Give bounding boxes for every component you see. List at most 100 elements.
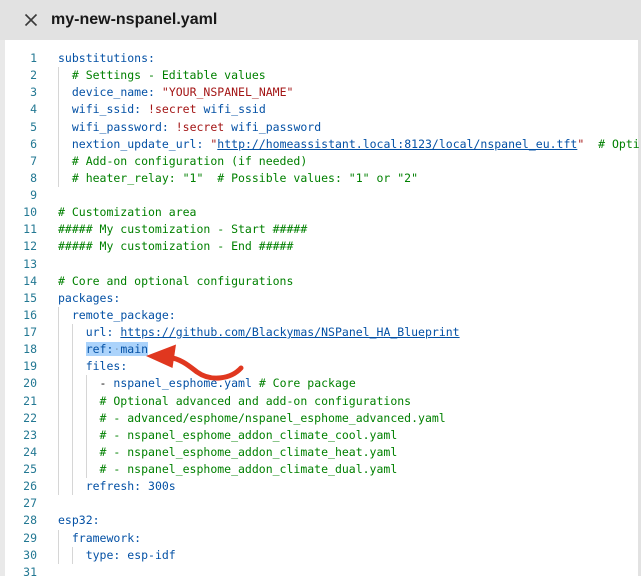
code-line[interactable]: 6 nextion_update_url: "http://homeassist…	[0, 136, 641, 153]
line-content: esp32:	[37, 512, 641, 529]
indent-guide	[58, 393, 59, 410]
line-content	[37, 495, 641, 512]
code-line[interactable]: 10 # Customization area	[0, 204, 641, 221]
code-token	[141, 102, 148, 116]
code-token	[169, 120, 176, 134]
indent-guide	[58, 530, 59, 547]
code-line[interactable]: 29 framework:	[0, 530, 641, 547]
line-number: 7	[0, 153, 37, 170]
indent-guide	[86, 461, 87, 478]
code-line[interactable]: 23 # - nspanel_esphome_addon_climate_coo…	[0, 427, 641, 444]
indent-guide	[58, 153, 59, 170]
close-icon[interactable]	[24, 13, 38, 27]
line-number: 3	[0, 84, 37, 101]
code-line[interactable]: 26 refresh: 300s	[0, 478, 641, 495]
code-line[interactable]: 12##### My customization - End #####	[0, 238, 641, 255]
yaml-editor[interactable]: 1substitutions:2 # Settings - Editable v…	[0, 40, 641, 581]
line-content: # heater_relay: "1" # Possible values: "…	[37, 170, 641, 187]
line-content: # Core and optional configurations	[37, 273, 641, 290]
code-token: !secret	[176, 120, 224, 134]
code-token: wifi_password	[231, 120, 321, 134]
line-number: 8	[0, 170, 37, 187]
code-line[interactable]: 7 # Add-on configuration (if needed)	[0, 153, 641, 170]
code-line[interactable]: 11 ##### My customization - Start #####	[0, 221, 641, 238]
indent-guide	[58, 461, 59, 478]
line-content: packages:	[37, 290, 641, 307]
line-number: 24	[0, 444, 37, 461]
line-content: ref:·main	[37, 341, 641, 358]
line-content: # - nspanel_esphome_addon_climate_heat.y…	[37, 444, 641, 461]
selection-highlight: ref:	[86, 342, 114, 356]
code-token: ##### My customization - Start #####	[58, 222, 307, 236]
code-token: # - nspanel_esphome_addon_climate_heat.y…	[58, 445, 397, 459]
code-token: nspanel_esphome.yaml	[113, 376, 251, 390]
indent-guide	[86, 375, 87, 392]
code-line[interactable]: 28esp32:	[0, 512, 641, 529]
link[interactable]: http://homeassistant.local:8123/local/ns…	[217, 137, 577, 151]
code-line[interactable]: 31	[0, 564, 641, 581]
link[interactable]: https://github.com/Blackymas/NSPanel_HA_…	[120, 325, 459, 339]
code-line[interactable]: 16 remote_package:	[0, 307, 641, 324]
code-token: wifi_password:	[72, 120, 169, 134]
code-line[interactable]: 8 # heater_relay: "1" # Possible values:…	[0, 170, 641, 187]
line-number: 31	[0, 564, 37, 581]
code-line[interactable]: 27	[0, 495, 641, 512]
code-line[interactable]: 25 # - nspanel_esphome_addon_climate_dua…	[0, 461, 641, 478]
indent-guide	[72, 427, 73, 444]
indent-guide	[58, 358, 59, 375]
code-token: substitutions:	[58, 51, 155, 65]
code-line[interactable]: 13	[0, 256, 641, 273]
indent-guide	[58, 324, 59, 341]
code-token	[58, 531, 72, 545]
code-line[interactable]: 1substitutions:	[0, 50, 641, 67]
code-line[interactable]: 21 # Optional advanced and add-on config…	[0, 393, 641, 410]
line-number: 23	[0, 427, 37, 444]
code-line[interactable]: 3 device_name: "YOUR_NSPANEL_NAME"	[0, 84, 641, 101]
code-line[interactable]: 18 ref:·main	[0, 341, 641, 358]
code-token: # - advanced/esphome/nspanel_esphome_adv…	[58, 411, 446, 425]
indent-guide	[72, 393, 73, 410]
code-token	[58, 85, 72, 99]
line-content: url: https://github.com/Blackymas/NSPane…	[37, 324, 641, 341]
code-line[interactable]: 2 # Settings - Editable values	[0, 67, 641, 84]
line-number: 5	[0, 119, 37, 136]
code-line[interactable]: 24 # - nspanel_esphome_addon_climate_hea…	[0, 444, 641, 461]
code-line[interactable]: 19 files:	[0, 358, 641, 375]
indent-guide	[58, 478, 59, 495]
indent-guide	[72, 478, 73, 495]
code-token: wifi_ssid:	[72, 102, 141, 116]
code-token	[58, 137, 72, 151]
indent-guide	[58, 170, 59, 187]
code-line[interactable]: 30 type: esp-idf	[0, 547, 641, 564]
code-line[interactable]: 9	[0, 187, 641, 204]
code-line[interactable]: 14# Core and optional configurations	[0, 273, 641, 290]
code-line[interactable]: 15packages:	[0, 290, 641, 307]
code-token: # Settings - Editable values	[58, 68, 266, 82]
line-content: # - advanced/esphome/nspanel_esphome_adv…	[37, 410, 641, 427]
code-line[interactable]: 22 # - advanced/esphome/nspanel_esphome_…	[0, 410, 641, 427]
code-token: # - nspanel_esphome_addon_climate_dual.y…	[58, 462, 397, 476]
line-number: 2	[0, 67, 37, 84]
code-line[interactable]: 4 wifi_ssid: !secret wifi_ssid	[0, 101, 641, 118]
code-token: nextion_update_url:	[72, 137, 204, 151]
indent-guide	[72, 341, 73, 358]
line-number: 19	[0, 358, 37, 375]
code-token: refresh:	[86, 479, 141, 493]
line-number: 10	[0, 204, 37, 221]
code-line[interactable]: 5 wifi_password: !secret wifi_password	[0, 119, 641, 136]
line-number: 29	[0, 530, 37, 547]
code-token: # Customization area	[58, 205, 196, 219]
code-line[interactable]: 17 url: https://github.com/Blackymas/NSP…	[0, 324, 641, 341]
line-content: remote_package:	[37, 307, 641, 324]
line-content: # Optional advanced and add-on configura…	[37, 393, 641, 410]
code-line[interactable]: 20 - nspanel_esphome.yaml # Core package	[0, 375, 641, 392]
indent-guide	[86, 410, 87, 427]
code-token: packages:	[58, 291, 120, 305]
code-token: esp32:	[58, 513, 100, 527]
code-token: framework:	[72, 531, 141, 545]
indent-guide	[58, 444, 59, 461]
indent-guide	[72, 444, 73, 461]
line-number: 20	[0, 375, 37, 392]
line-number: 12	[0, 238, 37, 255]
line-number: 11	[0, 221, 37, 238]
